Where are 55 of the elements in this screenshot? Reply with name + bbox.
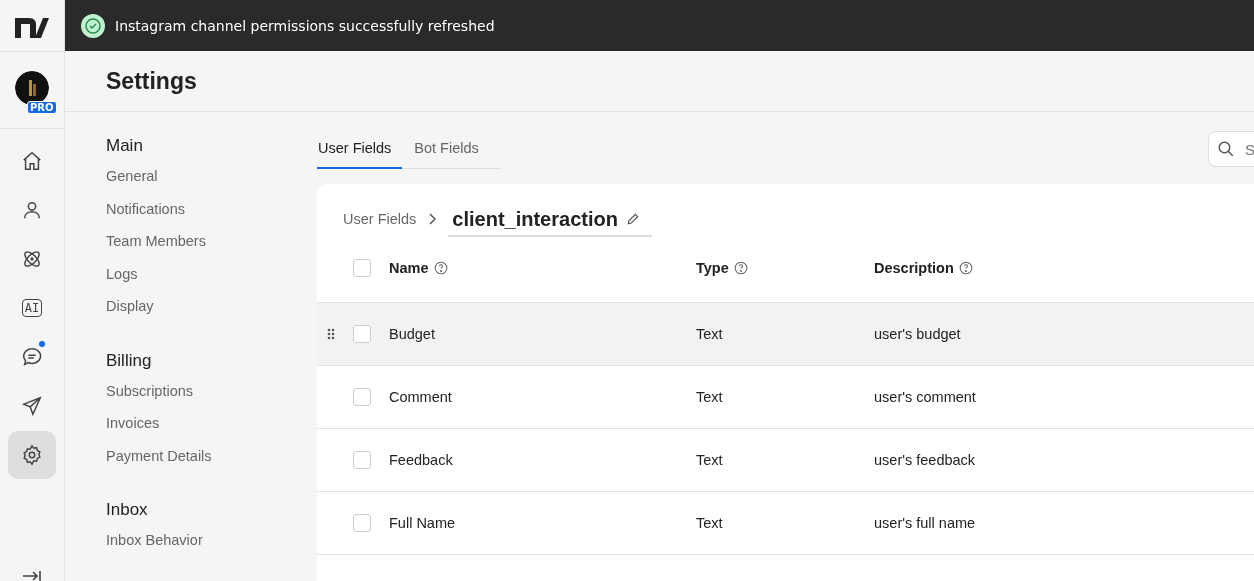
table-cell: Text xyxy=(696,452,723,468)
nav-heading: Billing xyxy=(106,350,153,371)
toast-message: Instagram channel permissions successfully refreshed xyxy=(115,17,495,34)
search-icon xyxy=(1217,140,1235,158)
breadcrumb-link[interactable]: User Fields xyxy=(343,211,417,227)
account-avatar[interactable] xyxy=(15,71,49,105)
table-row[interactable]: Full Name Text user's full name xyxy=(317,492,1254,555)
success-icon xyxy=(81,13,105,38)
nav-item[interactable]: General xyxy=(106,162,317,195)
table-row[interactable]: Budget Text user's budget xyxy=(317,303,1254,366)
table-cell: Budget xyxy=(389,326,435,342)
expand-icon[interactable] xyxy=(22,571,42,581)
tab[interactable]: User Fields xyxy=(317,130,403,169)
table-cell: Full Name xyxy=(389,515,456,531)
nav-item[interactable]: Notifications xyxy=(106,194,317,227)
column-header: Description xyxy=(874,260,954,276)
checkbox[interactable] xyxy=(353,514,371,532)
checkbox[interactable] xyxy=(353,451,371,469)
column-header: Type xyxy=(696,260,729,276)
nav-item[interactable]: Display xyxy=(106,292,317,325)
table-row[interactable]: Feedback Text user's feedback xyxy=(317,429,1254,492)
table-row[interactable]: Comment Text user's comment xyxy=(317,366,1254,429)
nav-item[interactable]: Logs xyxy=(106,259,317,292)
help-icon xyxy=(958,261,973,275)
nav-heading: Inbox xyxy=(106,500,149,520)
checkbox[interactable] xyxy=(353,259,371,277)
nav-item[interactable]: Invoices xyxy=(106,409,317,442)
pencil-icon xyxy=(625,212,640,226)
nav-item[interactable]: Subscriptions xyxy=(106,376,317,409)
table-cell: Text xyxy=(696,326,723,342)
chevron-icon xyxy=(428,213,437,225)
checkbox[interactable] xyxy=(353,388,371,406)
name-field[interactable]: client_interaction xyxy=(448,207,652,237)
table-cell: Comment xyxy=(389,389,452,405)
help-icon xyxy=(433,261,448,275)
nav-item[interactable]: Payment Details xyxy=(106,441,317,474)
table-cell: user's comment xyxy=(874,389,976,405)
table-cell: Text xyxy=(696,389,723,405)
table-cell: user's budget xyxy=(874,326,961,342)
drag-handle-icon[interactable] xyxy=(327,328,335,340)
table-cell: user's feedback xyxy=(874,452,976,468)
checkbox[interactable] xyxy=(353,325,371,343)
help-icon xyxy=(733,261,748,275)
search-field[interactable]: S xyxy=(1208,131,1254,167)
table-cell: user's full name xyxy=(874,515,976,531)
table-cell: Text xyxy=(696,515,723,531)
column-header: Name xyxy=(389,260,429,276)
pro-badge: PRO xyxy=(27,101,57,114)
nav-item[interactable]: Inbox Behavior xyxy=(106,526,317,559)
page-title: Settings xyxy=(106,67,197,95)
nav-heading: Main xyxy=(106,136,144,156)
table-cell: Feedback xyxy=(389,452,453,468)
gear-icon[interactable] xyxy=(8,431,56,479)
nav-item[interactable]: Team Members xyxy=(106,227,317,260)
tab[interactable]: Bot Fields xyxy=(413,130,490,169)
